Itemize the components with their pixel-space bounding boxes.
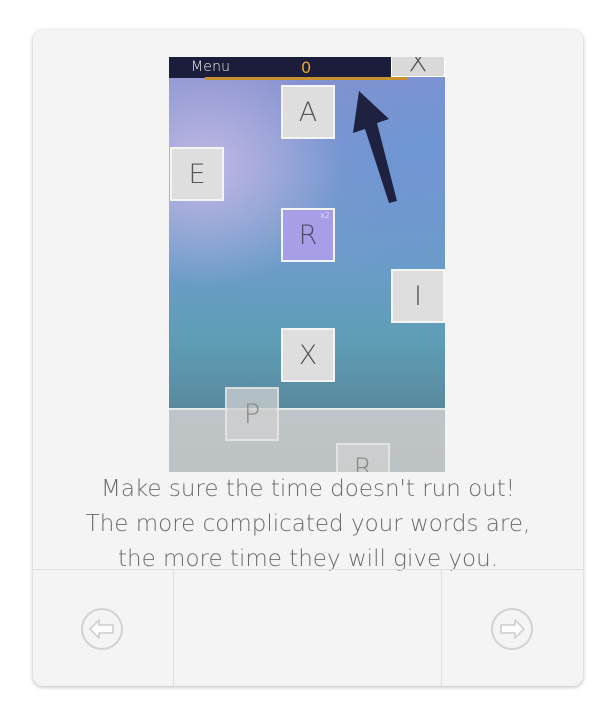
word-tray — [169, 408, 445, 472]
tile-letter: R — [298, 219, 318, 251]
divider — [173, 570, 174, 686]
tile-letter: X — [298, 339, 318, 371]
tutorial-card: Menu 0 X A E R x2 I X P R Make sure the … — [33, 30, 583, 686]
divider — [441, 570, 442, 686]
tutorial-caption: Make sure the time doesn't run out! The … — [33, 472, 583, 577]
game-top-bar: Menu 0 — [169, 57, 391, 78]
letter-tile-faded[interactable]: P — [225, 387, 279, 441]
caption-line: The more complicated your words are, — [85, 511, 531, 537]
letter-tile[interactable]: E — [170, 147, 224, 201]
letter-tile-faded[interactable]: R — [336, 443, 390, 472]
letter-tile-selected[interactable]: R x2 — [281, 208, 335, 262]
score-counter: 0 — [301, 58, 312, 77]
letter-tile[interactable]: A — [281, 85, 335, 139]
tile-letter: P — [243, 398, 261, 430]
previous-button[interactable] — [79, 606, 125, 652]
arrow-left-circle-icon — [81, 608, 123, 650]
tile-letter: A — [298, 96, 318, 128]
letter-tile-partial[interactable]: X — [391, 57, 445, 77]
tutorial-navigation — [33, 569, 583, 686]
arrow-right-circle-icon — [491, 608, 533, 650]
caption-line: Make sure the time doesn't run out! — [100, 476, 516, 502]
tile-letter: I — [414, 280, 422, 312]
tile-letter: R — [353, 453, 373, 472]
letter-tile[interactable]: X — [281, 328, 335, 382]
menu-button[interactable]: Menu — [191, 59, 230, 75]
tutorial-arrow-icon — [353, 91, 397, 203]
next-button[interactable] — [489, 606, 535, 652]
letter-tile[interactable]: I — [391, 269, 445, 323]
tile-letter: E — [188, 158, 206, 190]
multiplier-badge: x2 — [320, 211, 330, 220]
game-screenshot: Menu 0 X A E R x2 I X P R — [169, 57, 445, 472]
time-bar — [205, 77, 408, 80]
